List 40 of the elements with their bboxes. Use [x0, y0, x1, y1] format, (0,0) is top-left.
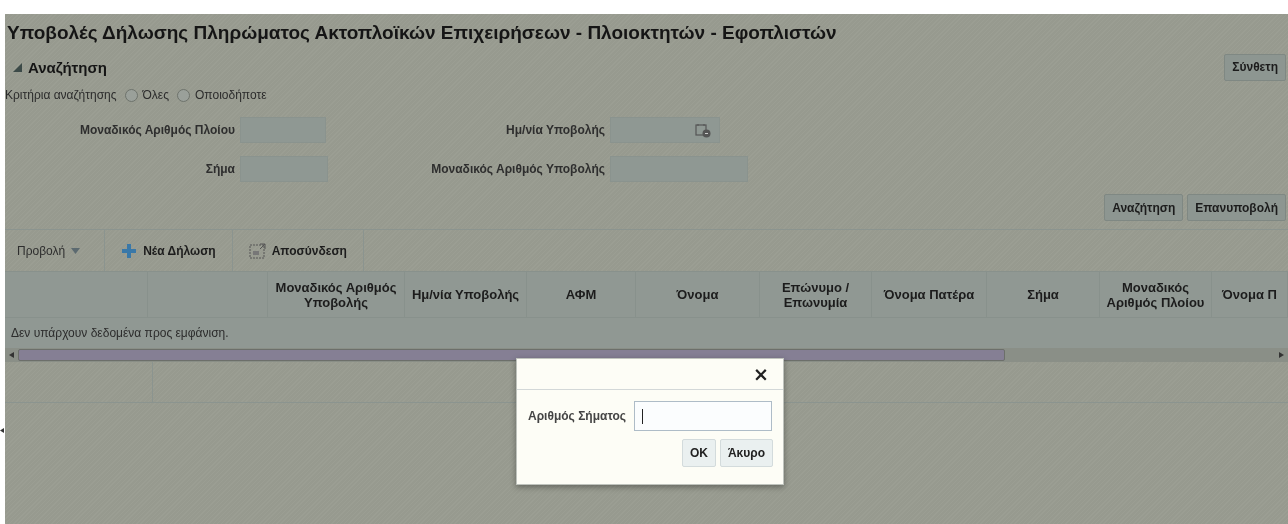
section-header[interactable]: Αναζήτηση	[13, 58, 107, 76]
column-header[interactable]: Όνομα	[676, 287, 719, 302]
radio-button[interactable]	[177, 88, 190, 102]
scroll-thumb[interactable]	[18, 349, 1005, 361]
reset-button[interactable]: Επανυποβολή	[1187, 194, 1286, 221]
radio-button[interactable]	[124, 88, 138, 102]
field-label: Μοναδικός Αριθμός Υποβολής	[430, 162, 605, 176]
column-header[interactable]: Ημ/νία Υποβολής	[411, 287, 520, 302]
view-menu[interactable]: Προβολή	[5, 230, 106, 271]
scroll-right-icon[interactable]	[1279, 352, 1284, 358]
date-field[interactable]	[610, 117, 720, 143]
column-header[interactable]: Επώνυμο / Επωνυμία	[760, 279, 871, 310]
page-title: Υποβολές Δήλωσης Πληρώματος Ακτοπλοϊκών Επιχειρήσεων - Πλοιοκτητών - Εφοπλιστών	[6, 21, 838, 45]
plus-icon	[121, 242, 138, 259]
caret-icon	[71, 247, 81, 254]
criteria-label: Κριτήρια αναζήτησης	[5, 88, 117, 102]
field-label: Αριθμός Σήματος	[528, 409, 626, 423]
toolbar-button[interactable]: Αποσύνδεση	[232, 230, 364, 271]
input-field[interactable]	[634, 401, 772, 431]
cancel-button[interactable]: Άκυρο	[719, 439, 773, 467]
column-header[interactable]: Μοναδικός Αριθμός Υποβολής	[268, 279, 404, 310]
search-button[interactable]: Αναζήτηση	[1104, 194, 1184, 221]
radio-label: Όλες	[142, 88, 169, 102]
field-label: Ημ/νία Υποβολής	[505, 123, 605, 137]
column-header[interactable]: ΑΦΜ	[565, 287, 597, 302]
column-header[interactable]: Όνομα Πατέρα	[883, 287, 975, 302]
radio-label: Οποιοδήποτε	[195, 88, 267, 102]
field-label: Σήμα	[204, 162, 235, 176]
ok-button[interactable]: OK	[681, 439, 716, 467]
column-header[interactable]: Όνομα Π	[1222, 287, 1277, 302]
field-label: Μοναδικός Αριθμός Πλοίου	[78, 123, 235, 137]
scroll-left-icon[interactable]	[9, 352, 14, 358]
column-header[interactable]: Σήμα	[1027, 287, 1059, 302]
calendar-icon[interactable]	[695, 122, 711, 138]
detach-icon	[248, 242, 266, 259]
column-header[interactable]: Μοναδικός Αριθμός Πλοίου	[1100, 279, 1211, 310]
empty-message: Δεν υπάρχουν δεδομένα προς εμφάνιση.	[10, 325, 230, 342]
advanced-button[interactable]: Σύνθετη	[1224, 53, 1286, 81]
toolbar-button[interactable]: Νέα Δήλωση	[105, 230, 233, 271]
close-button[interactable]: ×	[753, 364, 769, 384]
